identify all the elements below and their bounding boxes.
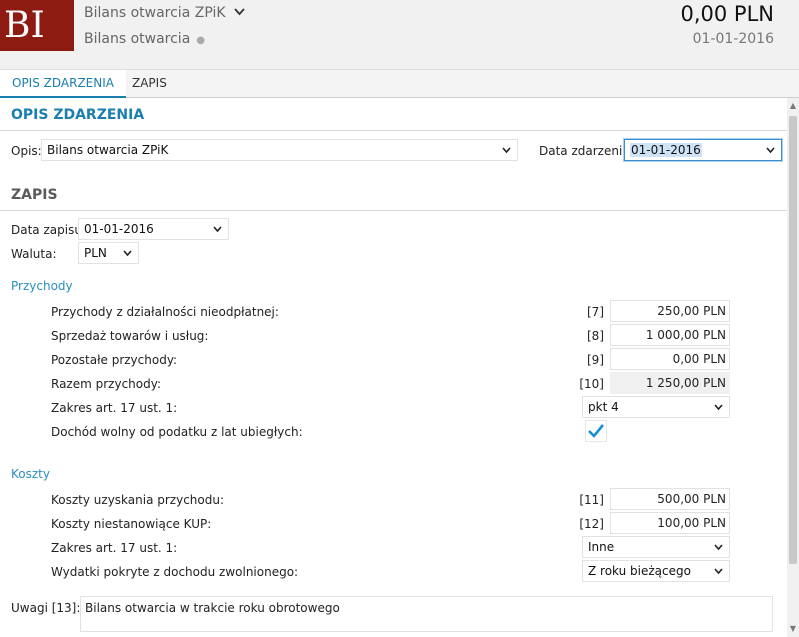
zakres-przychody-label: Zakres art. 17 ust. 1:	[51, 401, 178, 415]
waluta-value: PLN	[84, 246, 107, 260]
data-zapisu-label: Data zapisu:	[11, 223, 86, 237]
document-title: Bilans otwarcia ●	[84, 31, 205, 47]
data-zapisu-value: 01-01-2016	[84, 222, 154, 236]
document-title-text: Bilans otwarcia	[84, 31, 191, 47]
uwagi-textarea[interactable]: Bilans otwarcia w trakcie roku obrotoweg…	[80, 596, 773, 632]
koszty-uzyskania-label: Koszty uzyskania przychodu:	[51, 493, 225, 507]
zakres-koszty-value: Inne	[588, 540, 615, 554]
koszty-uzyskania-input[interactable]: 500,00 PLN	[610, 488, 730, 510]
opis-select[interactable]: Bilans otwarcia ZPiK	[41, 139, 518, 161]
zakres-koszty-select[interactable]: Inne	[582, 536, 730, 558]
pozostale-przychody-code: [9]	[587, 353, 604, 367]
data-zdarzenia-value: 01-01-2016	[630, 143, 702, 157]
dochod-wolny-label: Dochód wolny od podatku z lat ubiegłych:	[51, 425, 303, 439]
zakres-koszty-label: Zakres art. 17 ust. 1:	[51, 541, 178, 555]
chevron-down-icon	[714, 397, 723, 425]
chevron-down-icon[interactable]	[234, 5, 245, 19]
razem-przychody-code: [10]	[579, 377, 604, 391]
scroll-up-icon[interactable]: ▲	[789, 102, 797, 110]
tab-bar: OPIS ZDARZENIA ZAPIS	[0, 70, 799, 98]
data-zdarzenia-label: Data zdarzenia:	[539, 144, 634, 158]
document-logo: BI	[0, 0, 74, 51]
document-header: BI Bilans otwarcia ZPiK Bilans otwarcia ●…	[0, 0, 799, 70]
section-divider	[0, 130, 787, 131]
group-title-koszty: Koszty	[11, 467, 50, 481]
section-title-zapis: ZAPIS	[11, 187, 58, 203]
checkmark-icon	[588, 424, 605, 438]
przychody-nieodplatne-input[interactable]: 250,00 PLN	[610, 300, 730, 322]
opis-label: Opis:	[11, 144, 42, 158]
chevron-down-icon	[123, 243, 132, 271]
sprzedaz-label: Sprzedaż towarów i usług:	[51, 329, 209, 343]
unsaved-dot-icon: ●	[196, 35, 206, 46]
koszty-niekup-code: [12]	[579, 517, 604, 531]
uwagi-label: Uwagi [13]:	[11, 601, 81, 615]
opis-select-value: Bilans otwarcia ZPiK	[47, 143, 169, 157]
form-content: OPIS ZDARZENIA Opis: Bilans otwarcia ZPi…	[0, 98, 787, 637]
document-type-selector[interactable]: Bilans otwarcia ZPiK	[84, 5, 245, 21]
document-date: 01-01-2016	[692, 31, 774, 47]
koszty-niekup-input[interactable]: 100,00 PLN	[610, 512, 730, 534]
sprzedaz-input[interactable]: 1 000,00 PLN	[610, 324, 730, 346]
wydatki-label: Wydatki pokryte z dochodu zwolnionego:	[51, 565, 299, 579]
scroll-down-icon[interactable]: ▼	[789, 625, 797, 633]
wydatki-select[interactable]: Z roku bieżącego	[582, 560, 730, 582]
razem-przychody-label: Razem przychody:	[51, 377, 161, 391]
document-type-label: Bilans otwarcia ZPiK	[84, 5, 226, 21]
tab-opis-zdarzenia[interactable]: OPIS ZDARZENIA	[0, 70, 126, 98]
scrollbar-thumb[interactable]	[789, 116, 797, 564]
dochod-wolny-checkbox[interactable]	[585, 420, 607, 442]
razem-przychody-value: 1 250,00 PLN	[610, 372, 730, 394]
wydatki-value: Z roku bieżącego	[588, 564, 691, 578]
tab-zapis[interactable]: ZAPIS	[120, 70, 179, 98]
chevron-down-icon	[714, 561, 723, 589]
data-zapisu-select[interactable]: 01-01-2016	[78, 218, 229, 240]
section-divider	[0, 210, 787, 211]
zakres-przychody-select[interactable]: pkt 4	[582, 396, 730, 418]
pozostale-przychody-input[interactable]: 0,00 PLN	[610, 348, 730, 370]
przychody-nieodplatne-label: Przychody z działalności nieodpłatnej:	[51, 305, 279, 319]
data-zdarzenia-select[interactable]: 01-01-2016	[624, 139, 782, 161]
chevron-down-icon	[502, 140, 511, 168]
section-title-opis: OPIS ZDARZENIA	[11, 107, 145, 123]
vertical-scrollbar[interactable]: ▲ ▼	[787, 98, 799, 637]
pozostale-przychody-label: Pozostałe przychody:	[51, 353, 178, 367]
document-amount: 0,00 PLN	[680, 2, 774, 26]
chevron-down-icon	[766, 140, 775, 168]
sprzedaz-code: [8]	[587, 329, 604, 343]
przychody-nieodplatne-code: [7]	[587, 305, 604, 319]
koszty-uzyskania-code: [11]	[579, 493, 604, 507]
group-title-przychody: Przychody	[11, 279, 73, 293]
zakres-przychody-value: pkt 4	[588, 400, 619, 414]
waluta-label: Waluta:	[11, 247, 57, 261]
waluta-select[interactable]: PLN	[78, 242, 139, 264]
chevron-down-icon	[213, 219, 222, 247]
koszty-niekup-label: Koszty niestanowiące KUP:	[51, 517, 212, 531]
